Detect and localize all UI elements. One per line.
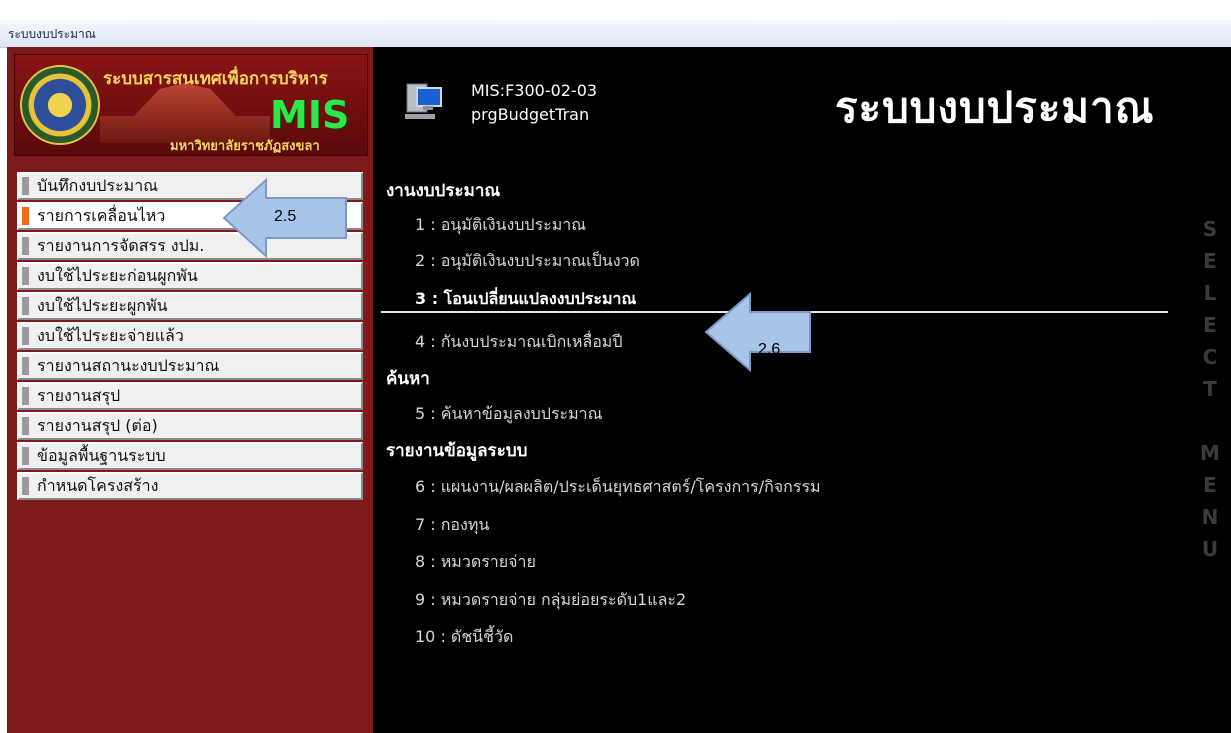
left-arrow-icon [704, 291, 811, 373]
menu-option-4[interactable]: 4 : กันงบประมาณเบิกเหลื่อมปี [415, 330, 623, 355]
callout-label-2-6: 2.6 [758, 341, 781, 358]
program-code: MIS:F300-02-03 [471, 81, 598, 100]
menu-option-2[interactable]: 2 : อนุมัติเงินงบประมาณเป็นงวด [415, 249, 640, 274]
window-title: ระบบงบประมาณ [8, 27, 96, 41]
sidebar-item-structure[interactable]: กำหนดโครงสร้าง [17, 472, 363, 500]
menu-option-10[interactable]: 10 : ดัชนีชี้วัด [415, 625, 513, 650]
vertical-letter [1195, 409, 1225, 441]
sidebar-item-summary[interactable]: รายงานสรุป [17, 382, 363, 410]
callout-label-2-5: 2.5 [274, 208, 297, 225]
left-pane: ระบบสารสนเทศเพื่อการบริหาร MIS มหาวิทยาล… [7, 47, 373, 733]
banner-mis-logo: MIS [270, 93, 350, 137]
building-graphic [100, 83, 270, 143]
sidebar-item-summary-cont[interactable]: รายงานสรุป (ต่อ) [17, 412, 363, 440]
menu-option-9[interactable]: 9 : หมวดรายจ่าย กลุ่มย่อยระดับ1และ2 [415, 588, 686, 613]
vertical-letter: M [1200, 441, 1220, 465]
vertical-letter: U [1201, 537, 1219, 561]
callout-arrow-2-5: 2.5 [222, 177, 348, 259]
select-menu-vertical-label: S E L E C T M E N U [1195, 217, 1225, 569]
window-titlebar: ระบบงบประมาณ [0, 0, 1231, 48]
vertical-letter: E [1203, 249, 1217, 273]
menu-option-3[interactable]: 3 : โอนเปลี่ยนแปลงงบประมาณ [415, 287, 636, 312]
vertical-letter: E [1203, 313, 1217, 337]
banner-title: ระบบสารสนเทศเพื่อการบริหาร [103, 69, 328, 89]
section-title-search: ค้นหา [386, 369, 430, 389]
page-title: ระบบงบประมาณ [835, 83, 1155, 132]
vertical-letter: T [1203, 377, 1217, 401]
mis-banner: ระบบสารสนเทศเพื่อการบริหาร MIS มหาวิทยาล… [14, 54, 368, 156]
menu-option-8[interactable]: 8 : หมวดรายจ่าย [415, 550, 536, 575]
sidebar-item-pre-commitment[interactable]: งบใช้ไประยะก่อนผูกพัน [17, 262, 363, 290]
computer-icon [405, 83, 442, 119]
vertical-letter: S [1202, 217, 1218, 241]
program-name: prgBudgetTran [471, 105, 590, 124]
vertical-letter: E [1203, 473, 1217, 497]
section-title-reports: รายงานข้อมูลระบบ [386, 441, 528, 461]
callout-arrow-2-6: 2.6 [704, 291, 830, 373]
sidebar-item-base-data[interactable]: ข้อมูลพื้นฐานระบบ [17, 442, 363, 470]
titlebar-strip: ระบบงบประมาณ [0, 20, 1231, 48]
sidebar-item-commitment[interactable]: งบใช้ไประยะผูกพัน [17, 292, 363, 320]
menu-option-6[interactable]: 6 : แผนงาน/ผลผลิต/ประเด็นยุทธศาสตร์/โครง… [415, 475, 821, 500]
sidebar-item-paid[interactable]: งบใช้ไประยะจ่ายแล้ว [17, 322, 363, 350]
university-seal-icon [20, 65, 100, 145]
menu-option-5[interactable]: 5 : ค้นหาข้อมูลงบประมาณ [415, 402, 603, 427]
section-title-budget: งานงบประมาณ [386, 181, 501, 201]
vertical-letter: N [1201, 505, 1219, 529]
vertical-letter: C [1202, 345, 1218, 369]
banner-subtitle: มหาวิทยาลัยราชภัฏสงขลา [170, 139, 320, 154]
main-pane: MIS:F300-02-03 prgBudgetTran ระบบงบประมา… [373, 47, 1231, 733]
menu-option-7[interactable]: 7 : กองทุน [415, 513, 489, 538]
sidebar-item-budget-status[interactable]: รายงานสถานะงบประมาณ [17, 352, 363, 380]
menu-option-1[interactable]: 1 : อนุมัติเงินงบประมาณ [415, 213, 586, 238]
vertical-letter: L [1203, 281, 1217, 305]
